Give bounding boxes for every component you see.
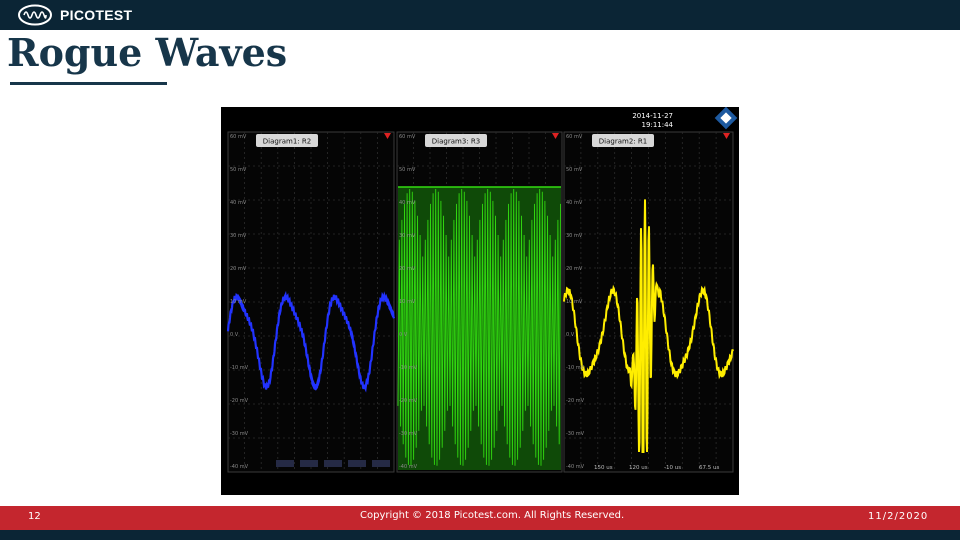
footer-strip [0, 530, 960, 540]
y-tick-label: -30 mV [230, 431, 249, 437]
copyright-text: Copyright © 2018 Picotest.com. All Right… [360, 510, 625, 521]
status-box [324, 460, 342, 467]
timestamp-date: 2014-11-27 [632, 112, 673, 120]
panel-title: Diagram3: R3 [432, 138, 480, 146]
y-tick-label: -10 mV [566, 365, 585, 371]
y-tick-label: 50 mV [230, 167, 247, 173]
y-tick-label: -40 mV [399, 464, 418, 470]
status-box [372, 460, 390, 467]
y-tick-label: 0 V [230, 332, 239, 338]
y-tick-label: -10 mV [399, 365, 418, 371]
y-tick-label: -40 mV [230, 464, 249, 470]
slide-title: Rogue Waves [7, 30, 288, 75]
y-tick-label: 20 mV [230, 266, 247, 272]
header-bar: PICOTEST [0, 0, 960, 30]
y-tick-label: 40 mV [399, 200, 416, 206]
y-tick-label: 20 mV [399, 266, 416, 272]
panel-title: Diagram2: R1 [599, 138, 647, 146]
y-tick-label: 30 mV [399, 233, 416, 239]
y-tick-label: -20 mV [399, 398, 418, 404]
y-tick-label: -20 mV [566, 398, 585, 404]
footer-date: 11/2/2020 [868, 511, 929, 522]
x-tick-label: -10 us [664, 465, 681, 471]
page-number: 12 [28, 511, 41, 522]
y-tick-label: 60 mV [230, 134, 247, 140]
y-tick-label: 50 mV [566, 167, 583, 173]
x-tick-label: 150 us [594, 465, 613, 471]
y-tick-label: 40 mV [566, 200, 583, 206]
picotest-logo-icon [18, 4, 52, 26]
status-box [300, 460, 318, 467]
y-tick-label: 30 mV [230, 233, 247, 239]
y-tick-label: 0 V [566, 332, 575, 338]
y-tick-label: 10 mV [230, 299, 247, 305]
status-box [276, 460, 294, 467]
y-tick-label: 10 mV [399, 299, 416, 305]
y-tick-label: -10 mV [230, 365, 249, 371]
timestamp-time: 19:11:44 [642, 121, 674, 129]
y-tick-label: -30 mV [566, 431, 585, 437]
y-tick-label: -30 mV [399, 431, 418, 437]
y-tick-label: 60 mV [399, 134, 416, 140]
y-tick-label: 50 mV [399, 167, 416, 173]
x-tick-label: 67.5 us [699, 465, 719, 471]
y-tick-label: -20 mV [230, 398, 249, 404]
status-box [348, 460, 366, 467]
y-tick-label: -40 mV [566, 464, 585, 470]
y-tick-label: 40 mV [230, 200, 247, 206]
y-tick-label: 30 mV [566, 233, 583, 239]
y-tick-label: 0 V [399, 332, 408, 338]
y-tick-label: 20 mV [566, 266, 583, 272]
x-tick-label: 120 us [629, 465, 648, 471]
brand-name: PICOTEST [60, 7, 133, 23]
title-underline [10, 82, 167, 85]
panel-title: Diagram1: R2 [263, 138, 311, 146]
y-tick-label: 60 mV [566, 134, 583, 140]
oscilloscope-screenshot: Diagram1: R2 Diagram3: R3 Diagram2: R1 60 m… [221, 107, 739, 495]
y-tick-label: 10 mV [566, 299, 583, 305]
